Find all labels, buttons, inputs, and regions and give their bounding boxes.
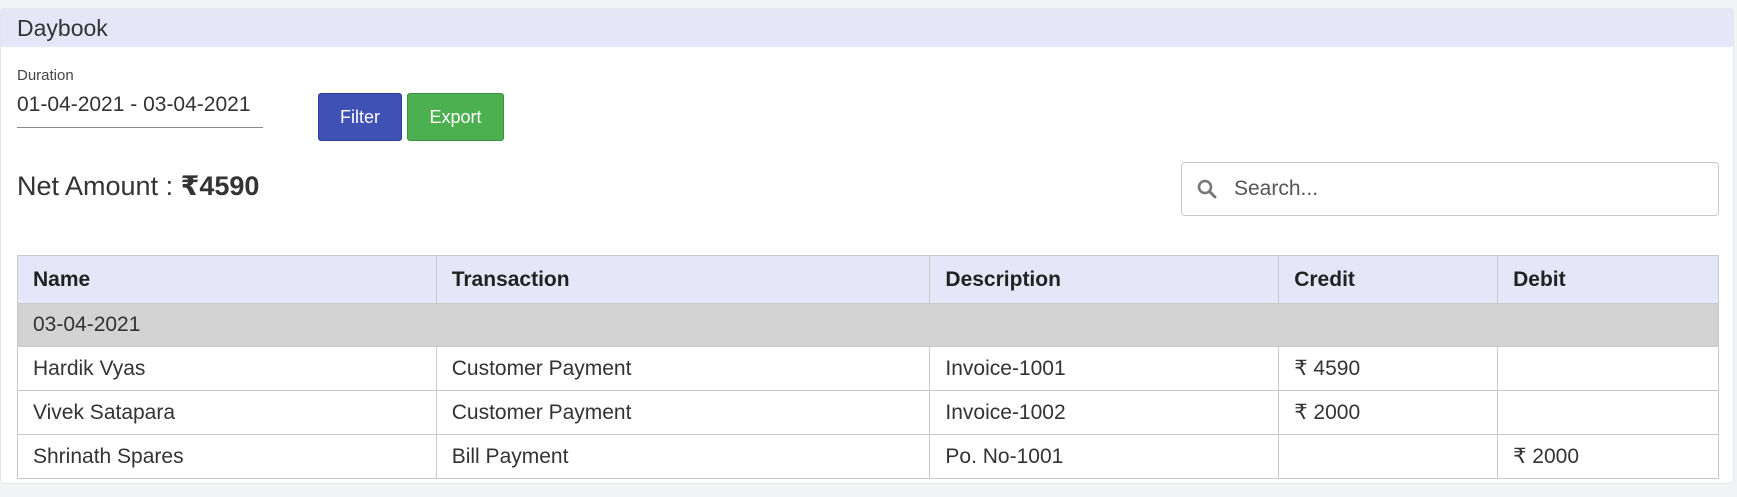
- column-header-debit[interactable]: Debit: [1497, 255, 1719, 304]
- cell-name: Shrinath Spares: [17, 434, 437, 479]
- cell-credit: ₹ 4590: [1278, 346, 1499, 391]
- card-header: Daybook: [1, 9, 1733, 47]
- group-date: 03-04-2021: [17, 303, 1719, 347]
- column-header-credit[interactable]: Credit: [1278, 255, 1499, 304]
- cell-transaction: Bill Payment: [435, 434, 931, 479]
- duration-input[interactable]: [17, 92, 259, 127]
- cell-debit: [1497, 390, 1719, 435]
- table-header-row: Name Transaction Description Credit Debi…: [17, 255, 1719, 304]
- column-header-transaction[interactable]: Transaction: [435, 255, 931, 304]
- page-title: Daybook: [17, 14, 108, 41]
- duration-field: Duration: [17, 67, 263, 128]
- daybook-table: Name Transaction Description Credit Debi…: [17, 255, 1719, 479]
- filter-button[interactable]: Filter: [318, 93, 402, 141]
- search-box[interactable]: [1181, 162, 1719, 216]
- cell-description: Po. No-1001: [929, 434, 1280, 479]
- net-amount-value: ₹4590: [180, 171, 260, 201]
- cell-credit: ₹ 2000: [1278, 390, 1499, 435]
- cell-name: Hardik Vyas: [17, 346, 437, 391]
- cell-name: Vivek Satapara: [17, 390, 437, 435]
- cell-description: Invoice-1001: [929, 346, 1280, 391]
- net-amount-label: Net Amount :: [17, 171, 181, 201]
- export-button[interactable]: Export: [407, 93, 504, 141]
- filter-row: Duration Filter Export: [17, 67, 504, 141]
- daybook-card: Daybook Duration Filter Export Net Amoun…: [0, 8, 1734, 484]
- cell-transaction: Customer Payment: [435, 390, 931, 435]
- duration-label: Duration: [17, 67, 74, 84]
- date-group-row: 03-04-2021: [17, 303, 1719, 347]
- column-header-name[interactable]: Name: [17, 255, 437, 304]
- cell-credit: [1278, 434, 1499, 479]
- cell-debit: [1497, 346, 1719, 391]
- table-row[interactable]: Shrinath Spares Bill Payment Po. No-1001…: [17, 434, 1719, 479]
- table-row[interactable]: Vivek Satapara Customer Payment Invoice-…: [17, 390, 1719, 435]
- cell-transaction: Customer Payment: [435, 346, 931, 391]
- net-amount: Net Amount : ₹4590: [17, 171, 259, 202]
- cell-description: Invoice-1002: [929, 390, 1280, 435]
- search-input[interactable]: [1232, 176, 1718, 202]
- cell-debit: ₹ 2000: [1497, 434, 1719, 479]
- table-row[interactable]: Hardik Vyas Customer Payment Invoice-100…: [17, 346, 1719, 391]
- search-icon: [1196, 178, 1218, 200]
- column-header-description[interactable]: Description: [929, 255, 1280, 304]
